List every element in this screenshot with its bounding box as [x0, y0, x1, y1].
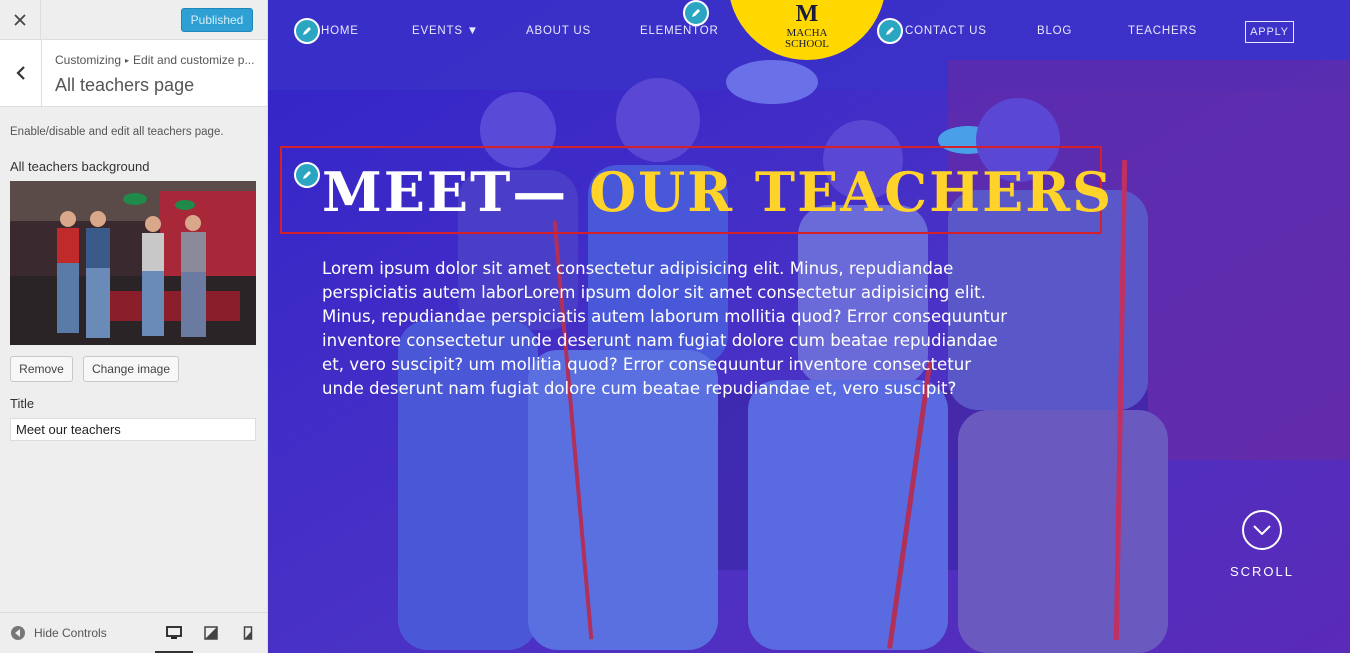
collapse-arrow-icon: [11, 626, 25, 640]
desktop-icon: [166, 626, 182, 639]
site-logo[interactable]: M MACHA SCHOOL: [728, 0, 886, 60]
breadcrumb-current: Edit and customize p...: [133, 53, 255, 67]
pencil-icon: [886, 27, 894, 35]
section-title: All teachers page: [55, 75, 195, 95]
remove-image-button[interactable]: Remove: [10, 356, 73, 382]
tablet-device-button[interactable]: [202, 625, 220, 641]
customizer-footer: Hide Controls: [0, 612, 267, 653]
pencil-icon: [303, 27, 311, 35]
nav-apply-button[interactable]: APPLY: [1245, 21, 1294, 43]
nav-elementor[interactable]: ELEMENTOR: [640, 25, 719, 37]
change-image-button[interactable]: Change image: [83, 356, 179, 382]
title-input[interactable]: [10, 418, 256, 441]
site-navigation: HOME EVENTS ▼ ABOUT US ELEMENTOR M MACHA…: [268, 0, 1350, 64]
customizer-header: Published: [0, 0, 267, 40]
nav-contact[interactable]: CONTACT US: [905, 25, 987, 37]
hide-controls-button[interactable]: Hide Controls: [11, 626, 107, 640]
pencil-icon: [303, 171, 311, 179]
scroll-button[interactable]: SCROLL: [1222, 510, 1302, 579]
nav-edit-shortcut[interactable]: [294, 18, 320, 44]
close-icon: [14, 14, 26, 26]
heading-edit-shortcut[interactable]: [294, 162, 320, 188]
close-button[interactable]: [0, 0, 41, 40]
section-description: Enable/disable and edit all teachers pag…: [10, 126, 224, 138]
section-header: Customizing ▸ Edit and customize p... All …: [0, 40, 267, 107]
background-thumbnail[interactable]: [10, 181, 256, 345]
back-button[interactable]: [0, 40, 42, 106]
nav-about[interactable]: ABOUT US: [526, 25, 591, 37]
background-label: All teachers background: [10, 159, 150, 174]
nav-home[interactable]: HOME: [321, 25, 359, 37]
contact-edit-shortcut[interactable]: [877, 18, 903, 44]
chevron-left-icon: [15, 66, 25, 80]
publish-button[interactable]: Published: [181, 8, 253, 32]
breadcrumb: Customizing ▸ Edit and customize p...: [55, 53, 254, 67]
title-label: Title: [10, 396, 35, 411]
hide-controls-label: Hide Controls: [34, 626, 107, 640]
breadcrumb-root: Customizing: [55, 53, 122, 67]
breadcrumb-separator-icon: ▸: [125, 56, 130, 65]
background-thumbnail-image: [10, 181, 256, 345]
customizer-sidebar: Published Customizing ▸ Edit and customize…: [0, 0, 268, 653]
heading-yellow-part: OUR TEACHERS: [589, 160, 1114, 224]
section-controls: Enable/disable and edit all teachers pag…: [10, 126, 256, 441]
page-heading: MEET— OUR TEACHERS: [322, 160, 1113, 224]
logo-name: MACHA SCHOOL: [728, 28, 886, 50]
tablet-icon: [204, 626, 218, 640]
pencil-icon: [692, 9, 700, 17]
mobile-device-button[interactable]: [239, 625, 257, 641]
intro-paragraph: Lorem ipsum dolor sit amet consectetur a…: [322, 259, 1008, 398]
scroll-label: SCROLL: [1229, 564, 1295, 579]
nav-teachers[interactable]: TEACHERS: [1128, 25, 1197, 37]
desktop-device-button[interactable]: [165, 625, 183, 641]
scroll-circle: [1242, 510, 1282, 550]
heading-white-part: MEET—: [322, 160, 590, 224]
logo-letter: M: [795, 1, 819, 27]
chevron-down-icon: [1253, 525, 1271, 535]
logo-line-2: SCHOOL: [784, 38, 829, 50]
mobile-icon: [243, 626, 253, 640]
elementor-edit-shortcut[interactable]: [683, 0, 709, 26]
site-preview: HOME EVENTS ▼ ABOUT US ELEMENTOR M MACHA…: [268, 0, 1350, 653]
nav-blog[interactable]: BLOG: [1037, 25, 1072, 37]
nav-events[interactable]: EVENTS ▼: [412, 25, 479, 37]
